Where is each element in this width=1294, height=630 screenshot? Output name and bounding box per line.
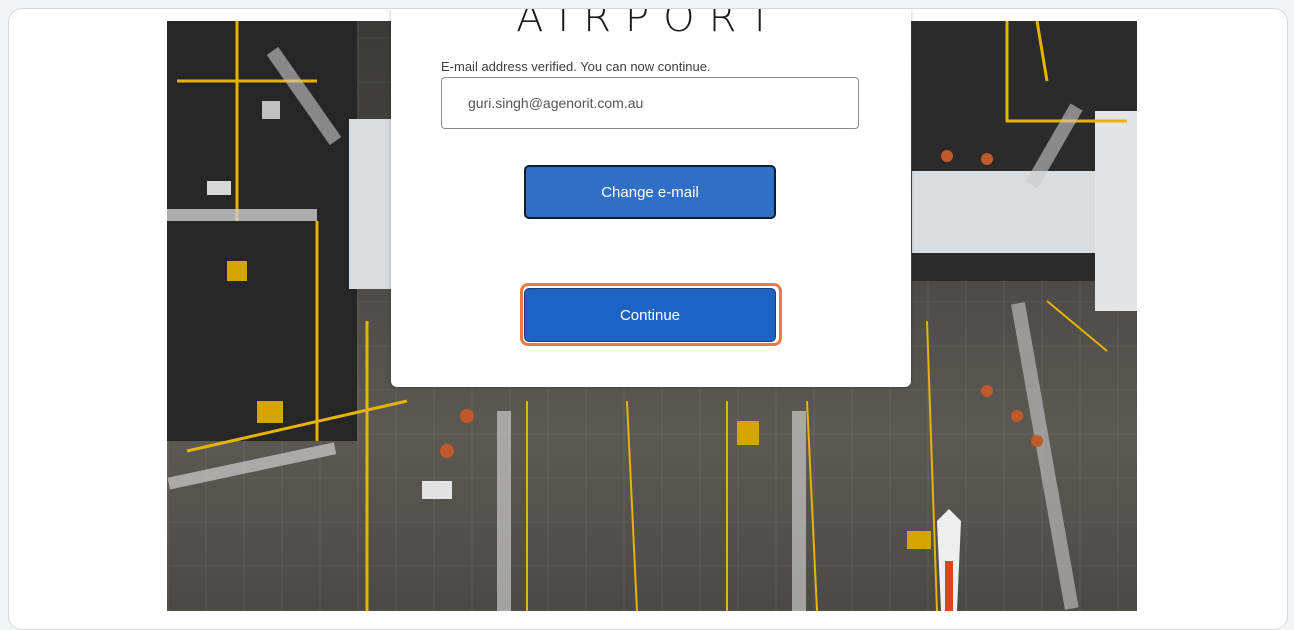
continue-button[interactable]: Continue xyxy=(524,288,776,342)
verification-message: E-mail address verified. You can now con… xyxy=(441,59,711,74)
email-field[interactable] xyxy=(441,77,859,129)
airport-logo: AIRPORT xyxy=(516,8,786,41)
login-card: AIRPORT E-mail address verified. You can… xyxy=(391,9,911,387)
change-email-button[interactable]: Change e-mail xyxy=(524,165,776,219)
browser-frame: AIRPORT E-mail address verified. You can… xyxy=(8,8,1288,630)
